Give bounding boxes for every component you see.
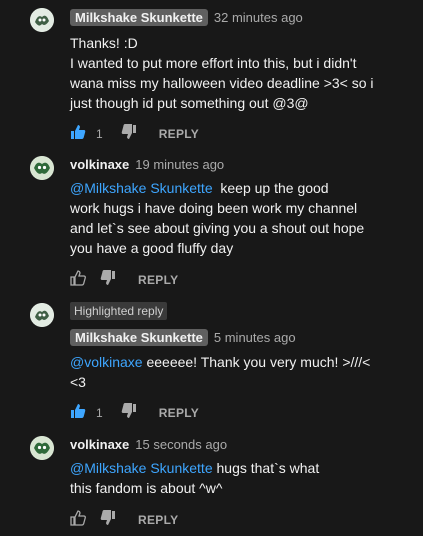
comment-text: Thanks! :D I wanted to put more effort i… xyxy=(70,35,374,111)
reply-button[interactable]: REPLY xyxy=(138,513,178,527)
timestamp[interactable]: 19 minutes ago xyxy=(135,157,224,172)
thumbs-down-icon[interactable] xyxy=(121,124,137,143)
thumbs-down-icon[interactable] xyxy=(100,510,116,529)
thumbs-up-icon[interactable] xyxy=(70,403,86,422)
thumbs-up-icon[interactable] xyxy=(70,510,86,529)
comment-text: @Milkshake Skunkette hugs that`s what th… xyxy=(70,460,320,496)
author-name[interactable]: volkinaxe xyxy=(70,437,129,452)
avatar[interactable] xyxy=(30,436,54,460)
mention-link[interactable]: @volkinaxe xyxy=(70,354,143,370)
thumbs-down-icon[interactable] xyxy=(121,403,137,422)
timestamp[interactable]: 15 seconds ago xyxy=(135,437,227,452)
reply-button[interactable]: REPLY xyxy=(138,273,178,287)
avatar[interactable] xyxy=(30,156,54,180)
like-count: 1 xyxy=(96,405,103,420)
highlighted-reply-badge: Highlighted reply xyxy=(70,302,168,320)
timestamp[interactable]: 5 minutes ago xyxy=(214,330,296,345)
avatar[interactable] xyxy=(30,303,54,327)
avatar[interactable] xyxy=(30,8,54,32)
mention-link[interactable]: @Milkshake Skunkette xyxy=(70,460,213,476)
timestamp[interactable]: 32 minutes ago xyxy=(214,10,303,25)
thumbs-up-icon[interactable] xyxy=(70,124,86,143)
author-name[interactable]: Milkshake Skunkette xyxy=(70,9,208,26)
reply-button[interactable]: REPLY xyxy=(159,406,199,420)
comment-text: @volkinaxe eeeeee! Thank you very much! … xyxy=(70,354,371,390)
thumbs-up-icon[interactable] xyxy=(70,270,86,289)
mention-link[interactable]: @Milkshake Skunkette xyxy=(70,180,213,196)
author-name[interactable]: Milkshake Skunkette xyxy=(70,329,208,346)
author-name[interactable]: volkinaxe xyxy=(70,157,129,172)
like-count: 1 xyxy=(96,126,103,141)
reply-button[interactable]: REPLY xyxy=(159,127,199,141)
thumbs-down-icon[interactable] xyxy=(100,270,116,289)
comment-text: @Milkshake Skunkette keep up the good wo… xyxy=(70,180,365,256)
